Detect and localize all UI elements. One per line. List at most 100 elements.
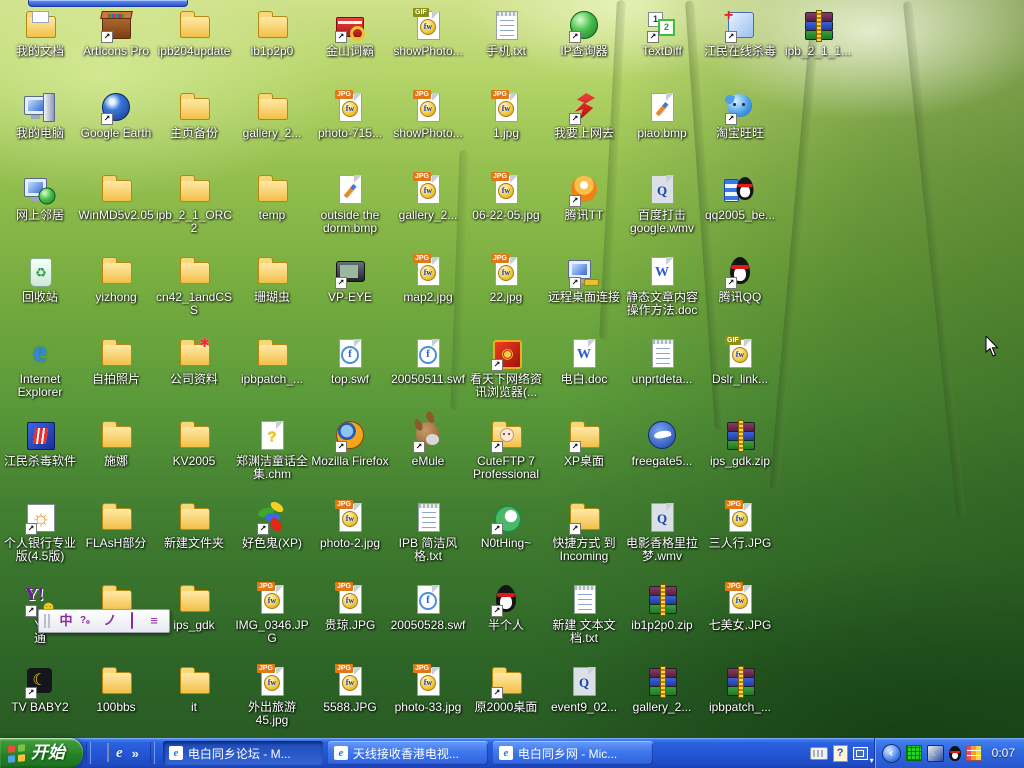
desktop-icon[interactable]: fwJPG三人行.JPG [700,500,780,550]
desktop-icon[interactable]: ftop.swf [310,336,390,386]
desktop-icon[interactable]: ↗XP桌面 [544,418,624,468]
desktop-icon[interactable]: ↗金山词霸 [310,8,390,58]
tray-collapse-chevron-icon[interactable]: ‹ [882,744,901,763]
ime-punctuation-mode-button[interactable]: ノ [100,612,120,630]
desktop-icon[interactable]: it [154,664,234,714]
ime-width-mode-button[interactable]: ?。 [78,612,98,630]
desktop-icon[interactable]: ☾↗TV BABY2 [0,664,80,714]
desktop-icon[interactable]: ↗eMule [388,418,468,468]
desktop-icon[interactable]: WinMD5v2.05 [76,172,156,222]
desktop-icon[interactable]: +↗江民在线杀毒 [700,8,780,58]
desktop-icon[interactable]: fwJPG06-22-05.jpg [466,172,546,222]
desktop-icon[interactable]: ↗CuteFTP 7 Professional [466,418,546,481]
desktop-icon[interactable]: gallery_2... [622,664,702,714]
desktop-icon[interactable]: fwJPGgallery_2... [388,172,468,222]
desktop-icon[interactable]: 手机.txt [466,8,546,58]
desktop-icon[interactable]: IPB 简洁风格.txt [388,500,468,563]
desktop-icon[interactable]: 新建 文本文档.txt [544,582,624,645]
desktop-icon[interactable]: ips_gdk.zip [700,418,780,468]
desktop-icon[interactable]: 施娜 [76,418,156,468]
desktop-icon[interactable]: eInternet Explorer [0,336,80,399]
desktop-icon[interactable]: f20050528.swf [388,582,468,632]
desktop-icon[interactable]: qq2005_be... [700,172,780,222]
ime-drag-grip[interactable] [44,614,50,628]
desktop-icon[interactable]: ↗N0tHing~ [466,500,546,550]
desktop-icon[interactable]: ↗淘宝旺旺 [700,90,780,140]
desktop-icon[interactable]: ◉↗看天下网络资讯浏览器(... [466,336,546,399]
desktop-icon[interactable]: ipbpatch_... [700,664,780,714]
start-button[interactable]: 开始 [0,738,83,768]
desktop-icon[interactable]: fwJPGIMG_0346.JPG [232,582,312,645]
desktop-icon[interactable]: ↗VP-EYE [310,254,390,304]
ime-soft-keyboard-button[interactable] [122,612,142,630]
ime-ime-options-menu-button[interactable]: ≡ [144,612,164,630]
desktop-icon[interactable]: ipbpatch_... [232,336,312,386]
desktop-icon[interactable]: fwJPG外出旅游 45.jpg [232,664,312,727]
desktop-icon[interactable]: ↗好色鬼(XP) [232,500,312,550]
desktop-icon[interactable]: fwJPGphoto-33.jpg [388,664,468,714]
desktop-icon[interactable]: ipb_2_1_1... [778,8,858,58]
desktop-icon[interactable]: FLAsH部分 [76,500,156,550]
desktop-icon[interactable]: 新建文件夹 [154,500,234,550]
desktop-icon[interactable]: 100bbs [76,664,156,714]
desktop-icon[interactable]: ↗远程桌面连接 [544,254,624,304]
desktop-icon[interactable]: ♻回收站 [0,254,80,304]
ime-chinese-mode-button[interactable]: 中 [56,612,76,630]
desktop-icon[interactable]: fwJPG1.jpg [466,90,546,140]
desktop-icon[interactable]: 12↗TextDiff [622,8,702,58]
desktop-icon[interactable]: ✱公司资料 [154,336,234,386]
tray-help-icon[interactable]: ? [833,745,848,762]
desktop-icon[interactable]: ↗半个人 [466,582,546,632]
taskbar-task-button[interactable]: e电白同乡网 - Mic... [493,741,653,765]
desktop-icon[interactable]: freegate5... [622,418,702,468]
desktop-icon[interactable]: 自拍照片 [76,336,156,386]
desktop-icon[interactable]: fwJPG5588.JPG [310,664,390,714]
desktop-icon[interactable]: ↗Mozilla Firefox [310,418,390,468]
desktop-icon[interactable]: temp [232,172,312,222]
desktop-icon[interactable]: 江民杀毒软件 [0,418,80,468]
desktop-icon[interactable]: W静态文章内容 操作方法.doc [622,254,702,317]
desktop-icon[interactable]: ↗原2000桌面 [466,664,546,714]
desktop-icon[interactable]: 我的文档 [0,8,80,58]
desktop-icon[interactable]: ↗腾讯TT [544,172,624,222]
desktop-icon[interactable]: Q电影香格里拉梦.wmv [622,500,702,563]
desktop-icon[interactable]: yizhong [76,254,156,304]
desktop-icon[interactable]: fwJPGphoto-715... [310,90,390,140]
desktop-icon[interactable]: ipb_2_1_ORC2 [154,172,234,235]
desktop-icon[interactable]: W电白.doc [544,336,624,386]
quicklaunch-show-desktop-icon[interactable] [107,744,109,762]
desktop-icon[interactable]: ↗我要上网去 [544,90,624,140]
desktop-icon[interactable]: fwJPG七美女.JPG [700,582,780,632]
desktop-icon[interactable]: fwGIFshowPhoto... [388,8,468,58]
tray-color-grid-icon[interactable] [966,745,982,761]
desktop-icon[interactable]: piao.bmp [622,90,702,140]
quicklaunch-internet-explorer-icon[interactable]: e [116,744,123,762]
ime-language-bar[interactable]: 中?。ノ ≡ [38,609,170,633]
desktop-icon[interactable]: outside the dorm.bmp [310,172,390,235]
desktop-icon[interactable]: f20050511.swf [388,336,468,386]
desktop-icon[interactable]: ↗腾讯QQ [700,254,780,304]
desktop-icon[interactable]: 我的电脑 [0,90,80,140]
desktop-icon[interactable]: ↗快捷方式 到 Incoming [544,500,624,563]
desktop-icon[interactable]: ↗IP查询器 [544,8,624,58]
tray-green-grid-icon[interactable] [906,745,922,761]
tray-ime-keyboard-icon[interactable] [810,747,828,760]
desktop-icon[interactable]: 网上邻居 [0,172,80,222]
tray-restore-window-icon[interactable] [853,747,868,760]
desktop-icon[interactable]: fwGIFDslr_link... [700,336,780,386]
desktop-icon[interactable]: ipb204update [154,8,234,58]
desktop-icon[interactable]: ↗ArtIcons Pro [76,8,156,58]
tray-moon-icon[interactable]: ☾ [927,745,944,762]
desktop-icon[interactable]: fwJPGmap2.jpg [388,254,468,304]
desktop-icon[interactable]: fwJPG贵琼.JPG [310,582,390,632]
desktop-icon[interactable]: fwJPGphoto-2.jpg [310,500,390,550]
desktop-icon[interactable]: ☼↗个人银行专业版(4.5版) [0,500,80,563]
desktop-icon[interactable]: Qevent9_02... [544,664,624,714]
taskbar-task-button[interactable]: e天线接收香港电视... [328,741,488,765]
tray-clock[interactable]: 0:07 [987,746,1015,760]
desktop-icon[interactable]: ib1p2p0 [232,8,312,58]
desktop-icon[interactable]: 珊瑚虫 [232,254,312,304]
desktop-icon[interactable]: fwJPGshowPhoto... [388,90,468,140]
quicklaunch-overflow-chevron[interactable]: » [130,745,141,762]
desktop-icon[interactable]: KV2005 [154,418,234,468]
